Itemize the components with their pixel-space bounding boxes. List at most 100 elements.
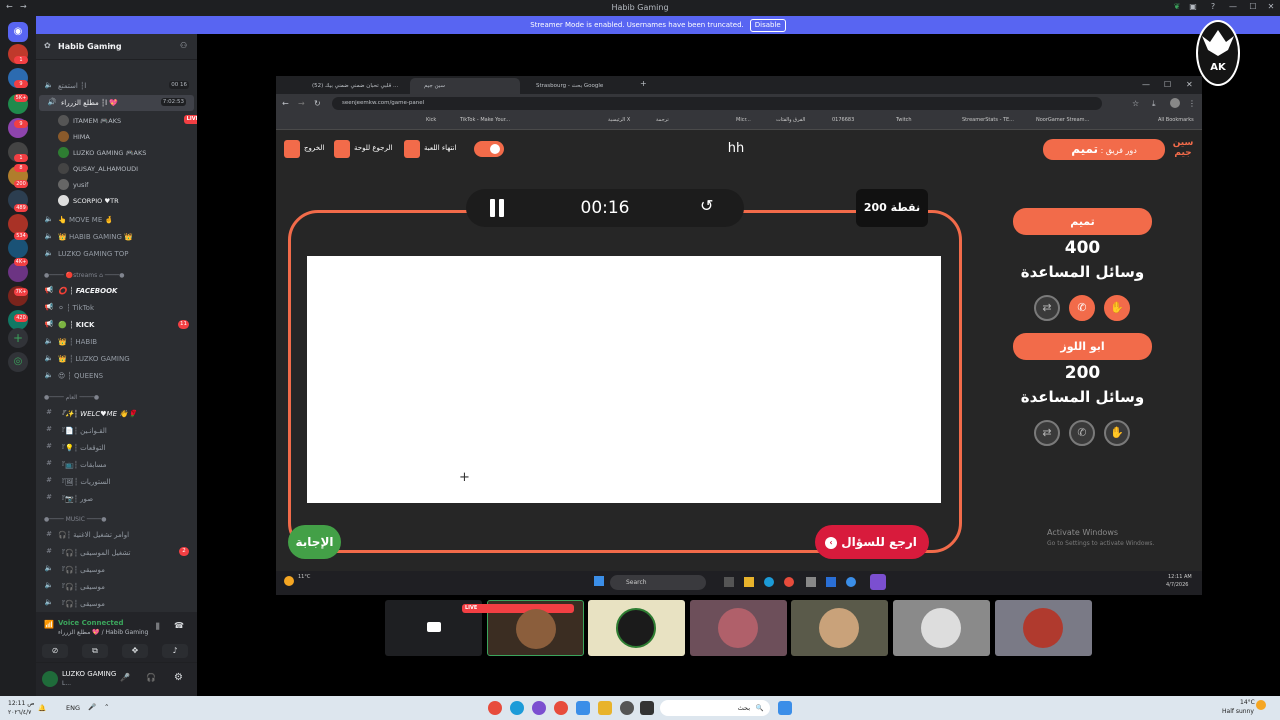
voice-channel[interactable]: 🔈 LUZKO GAMING TOP xyxy=(36,246,197,262)
participant-tile[interactable] xyxy=(995,600,1092,656)
leaf-icon[interactable]: ❦ xyxy=(1170,2,1184,11)
microphone-icon[interactable]: 🎤 xyxy=(88,703,96,711)
app-icon[interactable] xyxy=(846,577,856,587)
chevron-up-icon[interactable]: ⌃ xyxy=(104,703,109,711)
browser-tab[interactable]: (52) قلبي تحبان ضمني ضمني بيك ... xyxy=(298,78,408,94)
folder-icon[interactable] xyxy=(598,701,612,715)
text-channel[interactable]: # 『🖼┆ الستوريات xyxy=(36,473,197,489)
camera-off-button[interactable]: ⊘ xyxy=(42,644,68,658)
app-icon[interactable] xyxy=(576,701,590,715)
bookmark[interactable]: ترجمة xyxy=(656,117,669,123)
reset-timer-icon[interactable]: ↺ xyxy=(700,196,713,215)
voice-channel[interactable]: 🔈 『🎧┆ موسيقى xyxy=(36,578,197,594)
phone-icon[interactable]: ✆ xyxy=(1069,420,1095,446)
hand-icon[interactable]: ✋ xyxy=(1104,295,1130,321)
stream-channel[interactable]: 📢 ⭕ ┆ FACEBOOK xyxy=(36,283,197,299)
server-icon[interactable] xyxy=(8,238,28,258)
taskbar-search[interactable]: بحث 🔍 xyxy=(660,700,770,716)
bookmark[interactable]: الرئيسية X xyxy=(608,117,630,123)
participant-tile[interactable] xyxy=(893,600,990,656)
category-music[interactable]: ●──── MUSIC ────● xyxy=(44,516,107,523)
add-server-icon[interactable]: + xyxy=(8,328,28,348)
new-tab-icon[interactable]: + xyxy=(640,79,647,88)
bookmark[interactable]: StreamerStats - TE... xyxy=(962,117,1014,123)
inner-search-box[interactable]: Search xyxy=(610,575,706,590)
discover-icon[interactable]: ◎ xyxy=(8,352,28,372)
maximize-button[interactable]: ☐ xyxy=(1246,2,1260,11)
chrome-icon[interactable] xyxy=(784,577,794,587)
voice-channel[interactable]: 🔈 👑 ┆ HABIB xyxy=(36,334,197,350)
back-icon[interactable]: ← xyxy=(282,99,289,108)
category-streams[interactable]: ●──── 🔴streams ⌂ ────● xyxy=(44,272,125,279)
noise-suppression-icon[interactable]: ⫼ xyxy=(156,622,160,632)
server-icon[interactable] xyxy=(8,214,28,234)
board-button[interactable]: الرجوع للوحة xyxy=(354,144,392,152)
text-channel[interactable]: # 『💡┆ التوقعات xyxy=(36,439,197,455)
browser-tab[interactable]: Strasbourg - بحث Google xyxy=(522,78,632,94)
downloads-icon[interactable]: ⤓ xyxy=(1152,99,1156,109)
windows-start-icon[interactable] xyxy=(594,576,604,586)
activities-button[interactable]: ✥ xyxy=(122,644,148,658)
close-button[interactable]: ✕ xyxy=(1264,2,1278,11)
help-icon[interactable]: ? xyxy=(1206,2,1220,11)
windows-start-icon[interactable] xyxy=(778,701,792,715)
app-icon[interactable] xyxy=(488,701,502,715)
soundboard-button[interactable]: ♪ xyxy=(162,644,188,658)
stream-channel[interactable]: 📢 🟢 ┆ KICK 11 xyxy=(36,317,197,333)
participant-tile[interactable] xyxy=(588,600,685,656)
stream-channel[interactable]: 📢 ⚪ ┆ TikTok xyxy=(36,300,197,316)
voice-channel[interactable]: 🔈 ا┆ استمتع 00 16 xyxy=(36,78,197,94)
minimize-button[interactable]: — xyxy=(1226,2,1240,11)
all-bookmarks[interactable]: All Bookmarks xyxy=(1158,117,1194,123)
voice-channel[interactable]: 🔈 👑 HABIB GAMING 👑 xyxy=(36,229,197,245)
gear-icon[interactable]: ⚙ xyxy=(174,672,183,683)
voice-user[interactable]: QUSAY_ALHAMOUDI xyxy=(58,160,198,176)
profile-avatar[interactable] xyxy=(1170,98,1180,108)
hand-icon[interactable]: ✋ xyxy=(1104,420,1130,446)
end-game-button[interactable]: انتهاء اللعبة xyxy=(424,144,457,152)
text-channel[interactable]: # 🎧┆ اوامر تشغيل الاغنية xyxy=(36,527,197,543)
star-icon[interactable]: ☆ xyxy=(1132,99,1139,108)
discord-taskbar-icon[interactable] xyxy=(870,574,886,590)
bookmark[interactable]: الفرق والفئات xyxy=(776,117,805,123)
voice-channel-selected[interactable]: 🔊 ا┆ مطلع الزرراء 💖 7:02:53 xyxy=(39,95,194,111)
swap-icon[interactable]: ⇄ xyxy=(1034,295,1060,321)
inbox-icon[interactable]: ▣ xyxy=(1186,2,1200,11)
text-channel[interactable]: # 『📄┆ القـوانـين xyxy=(36,422,197,438)
bookmark[interactable]: TikTok - Make Your... xyxy=(460,117,510,123)
bookmark[interactable]: Micr... xyxy=(736,117,751,123)
text-channel[interactable]: # 『🎧┆ تشغيل الموسيقى 2 xyxy=(36,544,197,560)
avatar[interactable] xyxy=(42,671,58,687)
bell-icon[interactable]: 🔔 xyxy=(38,704,46,712)
category-general[interactable]: ●──── العام ────● xyxy=(44,394,99,401)
maximize-icon[interactable]: ☐ xyxy=(1164,80,1171,89)
voice-channel[interactable]: 🔈 『🎧┆ موسيقى xyxy=(36,595,197,611)
forward-icon[interactable]: → xyxy=(298,99,305,108)
voice-user[interactable]: yusif xyxy=(58,176,198,192)
participant-tile[interactable] xyxy=(690,600,787,656)
voice-user[interactable]: LUZKO GAMING 🎮AKS xyxy=(58,144,198,160)
text-channel[interactable]: # 『📺┆ مسابقات xyxy=(36,456,197,472)
settings-icon[interactable] xyxy=(620,701,634,715)
bookmark[interactable]: 0176683 xyxy=(832,117,854,123)
edge-icon[interactable] xyxy=(764,577,774,587)
swap-icon[interactable]: ⇄ xyxy=(1034,420,1060,446)
taskview-icon[interactable] xyxy=(724,577,734,587)
address-bar[interactable]: seenjeemkw.com/game-panel xyxy=(332,97,1102,110)
screen-share-button[interactable]: ⧉ xyxy=(82,644,108,658)
minimize-icon[interactable]: — xyxy=(1142,80,1150,89)
text-channel[interactable]: # 『✨┆ WELC♥ME 👋🌹 xyxy=(36,405,197,421)
app-icon[interactable] xyxy=(806,577,816,587)
toggle-switch[interactable] xyxy=(474,141,504,157)
exit-button[interactable]: الخروج xyxy=(304,144,324,152)
participant-tile[interactable]: LIVE xyxy=(462,600,584,656)
text-channel[interactable]: # 『📷┆ صور xyxy=(36,490,197,506)
app-icon[interactable] xyxy=(826,577,836,587)
voice-channel[interactable]: 🔈 『🎧┆ موسيقى xyxy=(36,561,197,577)
microphone-icon[interactable]: 🎤 xyxy=(120,673,130,682)
discord-icon[interactable] xyxy=(532,701,546,715)
answer-button[interactable]: الإجابة xyxy=(288,525,341,559)
participant-tile[interactable] xyxy=(791,600,888,656)
voice-user[interactable]: HIMA xyxy=(58,128,198,144)
app-icon[interactable] xyxy=(640,701,654,715)
